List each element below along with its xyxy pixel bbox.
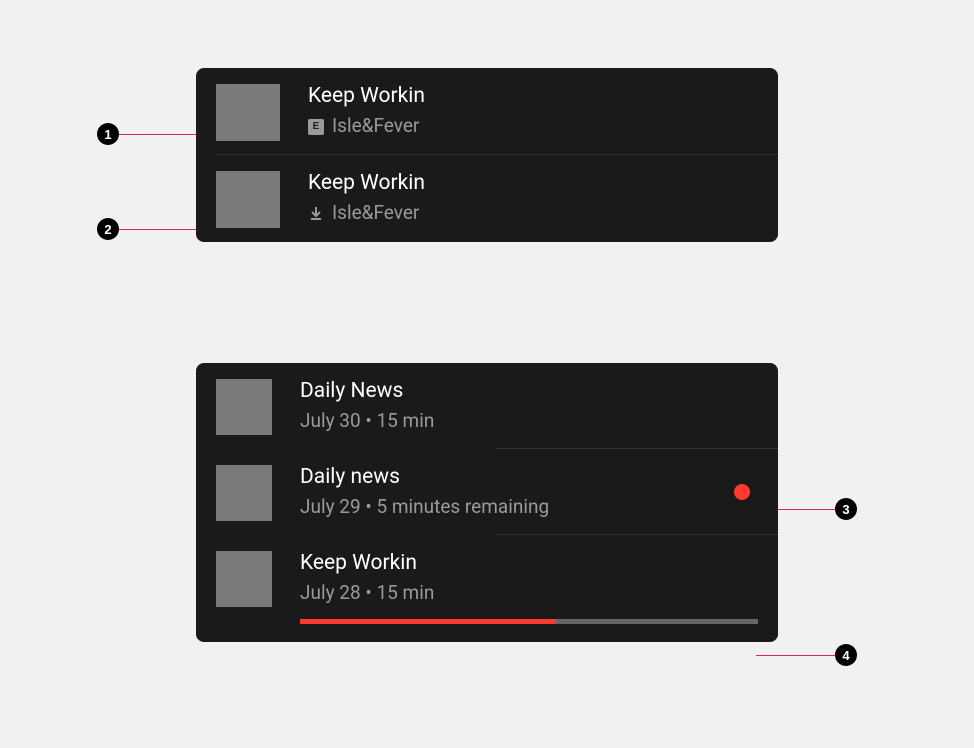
callout-number: 3 <box>835 498 857 520</box>
callout-number: 2 <box>97 218 119 240</box>
episode-item[interactable]: Daily news July 29 • 5 minutes remaining <box>196 449 778 535</box>
track-artist: Isle&Fever <box>332 115 419 138</box>
track-artist: Isle&Fever <box>332 202 419 225</box>
episode-title: Daily news <box>300 465 734 490</box>
episode-artwork <box>216 465 272 521</box>
episode-artwork <box>216 379 272 435</box>
track-meta: Keep Workin Isle&Fever <box>308 171 758 225</box>
track-subtitle-row: E Isle&Fever <box>308 115 758 138</box>
episode-list-card: Daily News July 30 • 15 min Daily news J… <box>196 363 778 642</box>
progress-bar <box>300 619 758 624</box>
track-item[interactable]: Keep Workin E Isle&Fever <box>196 68 778 155</box>
episode-title: Daily News <box>300 379 758 404</box>
callout-number: 1 <box>97 123 119 145</box>
episode-subtitle: July 28 • 15 min <box>300 582 434 605</box>
track-title: Keep Workin <box>308 171 758 196</box>
callout-line <box>756 655 835 656</box>
track-artwork <box>216 171 280 228</box>
track-item[interactable]: Keep Workin Isle&Fever <box>196 155 778 242</box>
track-title: Keep Workin <box>308 84 758 109</box>
episode-artwork <box>216 551 272 607</box>
episode-item[interactable]: Keep Workin July 28 • 15 min <box>196 535 778 642</box>
episode-subtitle: July 30 • 15 min <box>300 410 434 433</box>
progress-fill <box>300 619 556 624</box>
now-playing-indicator-icon <box>734 484 750 500</box>
callout-number: 4 <box>835 644 857 666</box>
downloaded-icon <box>308 206 324 222</box>
episode-item[interactable]: Daily News July 30 • 15 min <box>196 363 778 449</box>
episode-title: Keep Workin <box>300 551 758 576</box>
track-meta: Keep Workin E Isle&Fever <box>308 84 758 138</box>
track-subtitle-row: Isle&Fever <box>308 202 758 225</box>
callout-4: 4 <box>756 644 857 666</box>
track-list-card: Keep Workin E Isle&Fever Keep Workin Isl… <box>196 68 778 242</box>
episode-subtitle: July 29 • 5 minutes remaining <box>300 496 549 519</box>
explicit-badge-icon: E <box>308 119 324 135</box>
track-artwork <box>216 84 280 141</box>
